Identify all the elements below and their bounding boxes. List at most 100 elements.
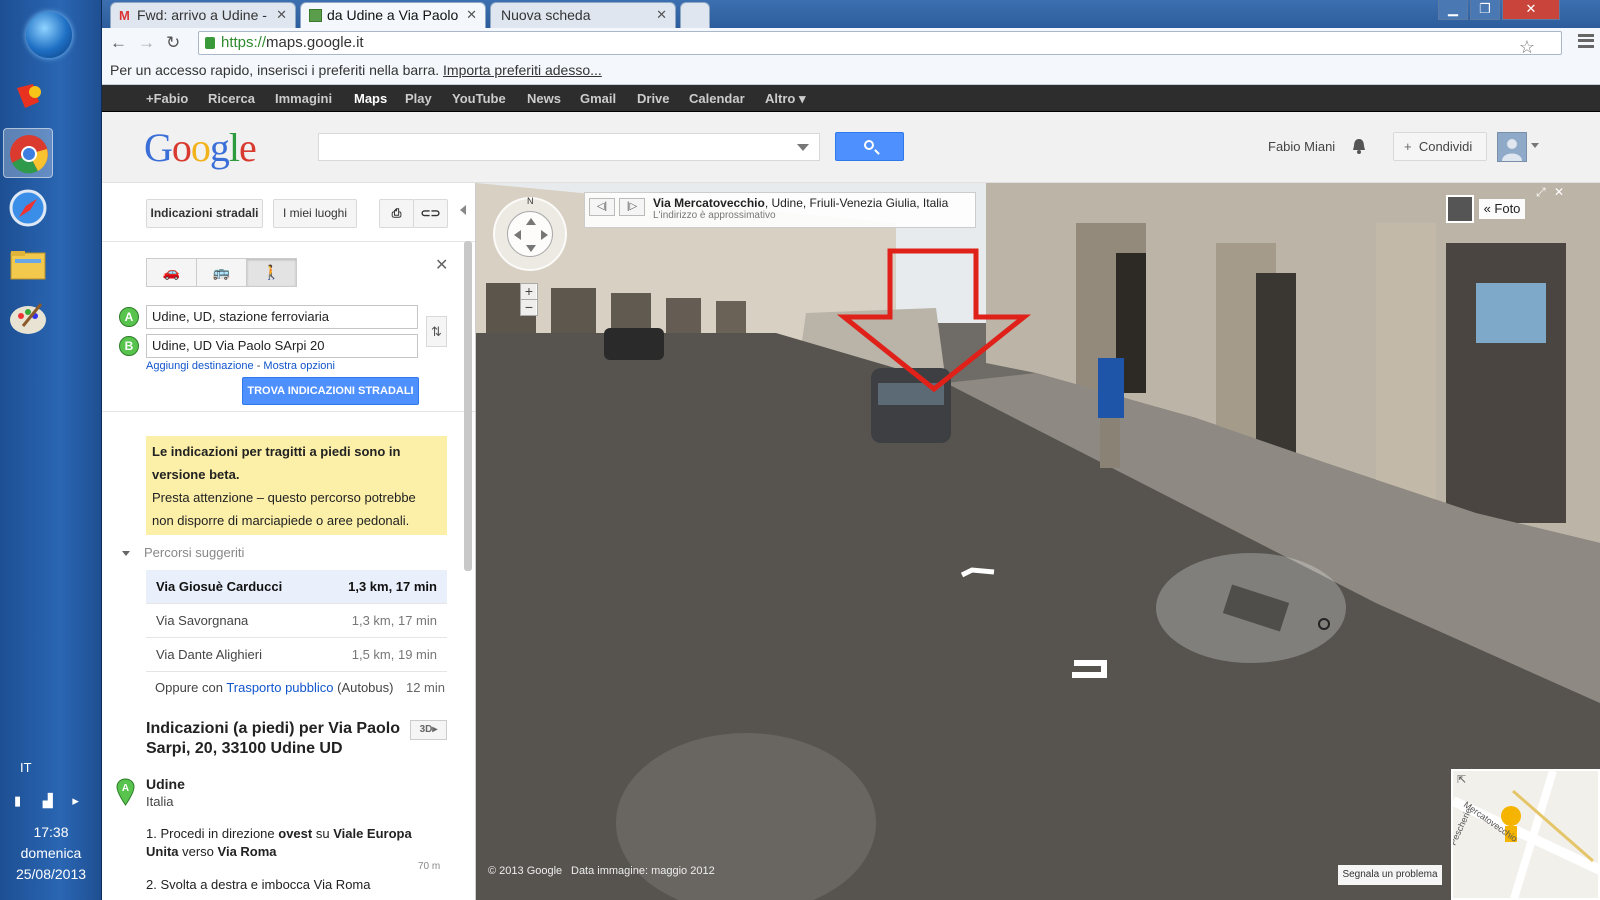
safari-taskbar-icon[interactable] [3,183,53,233]
tab-gmail[interactable]: M Fwd: arrivo a Udine - ✕ [110,2,296,28]
search-dropdown-icon[interactable] [797,144,809,151]
origin-input[interactable]: Udine, UD, stazione ferroviaria [146,305,418,329]
browser-toolbar: ← → ↻ https://maps.google.it ☆ [102,28,1600,58]
maps-icon [309,9,322,22]
import-bookmarks-link[interactable]: Importa preferiti adesso... [443,62,602,78]
step-forward-icon[interactable]: |▷ [619,198,645,216]
mini-map[interactable]: Mercatovecchio Pescherie ⇱ [1451,769,1600,900]
back-icon[interactable]: ← [110,33,127,53]
bookmark-star-icon[interactable]: ☆ [1519,36,1535,58]
account-dropdown-icon[interactable] [1531,143,1539,148]
reload-icon[interactable]: ↻ [166,33,180,53]
gbar-news[interactable]: News [527,91,561,106]
step-back-icon[interactable]: ◁| [589,198,615,216]
minimap-street-label: Pescherie [1453,806,1474,847]
user-name[interactable]: Fabio Miani [1268,139,1335,154]
direction-step[interactable]: 2. Svolta a destra e imbocca Via Roma [146,877,371,892]
directions-panel: Indicazioni stradali I miei luoghi ⎙ ⊂⊃ … [102,183,476,900]
step-distance: 70 m [418,861,441,872]
google-logo[interactable]: Google [144,124,257,171]
zoom-out-button[interactable]: − [520,299,538,316]
minimize-icon[interactable]: ▁ [1438,0,1468,20]
gbar-maps[interactable]: Maps [354,91,387,106]
compass-north: N [527,196,534,206]
route-option[interactable]: Via Dante Alighieri 1,5 km, 19 min [146,638,447,672]
chrome-taskbar-icon[interactable] [3,128,53,178]
collapse-panel-icon[interactable] [460,205,466,215]
close-tab-icon[interactable]: ✕ [466,3,477,27]
close-tab-icon[interactable]: ✕ [656,3,667,27]
new-tab-button[interactable] [680,2,710,28]
app-tray-icon[interactable] [3,72,53,122]
paint-taskbar-icon[interactable] [3,294,53,344]
show-options-link[interactable]: Mostra opzioni [263,360,335,372]
suggested-routes-header[interactable]: Percorsi suggeriti [122,545,244,560]
google-header: Google Fabio Miani + Condividi [102,112,1600,183]
3d-view-button[interactable]: 3D▸ [410,720,447,740]
close-window-icon[interactable]: ✕ [1502,0,1560,20]
address-bar[interactable]: https://maps.google.it ☆ [198,31,1562,58]
route-option[interactable]: Via Giosuè Carducci 1,3 km, 17 min [146,570,447,604]
pan-control[interactable]: N [493,196,567,271]
print-icon[interactable]: ⎙ [379,199,414,228]
tab-maps[interactable]: da Udine a Via Paolo ✕ [300,2,486,28]
gbar-gmail[interactable]: Gmail [580,91,616,106]
menu-icon[interactable] [1578,34,1594,48]
panel-scrollbar[interactable] [464,241,472,571]
gbar-images[interactable]: Immagini [275,91,332,106]
swap-locations-icon[interactable]: ⇅ [426,316,447,347]
divider [102,411,475,412]
street-view[interactable]: N + − ◁| |▷ Via Mercatovecchio, Udine, F… [476,183,1600,900]
tab-new[interactable]: Nuova scheda ✕ [490,2,676,28]
destination-input[interactable]: Udine, UD Via Paolo SArpi 20 [146,334,418,358]
report-problem-link[interactable]: Segnala un problema [1338,865,1442,885]
my-places-button[interactable]: I miei luoghi [273,199,357,228]
start-orb-icon[interactable] [26,12,72,58]
directions-button[interactable]: Indicazioni stradali [146,199,263,228]
add-destination-link[interactable]: Aggiungi destinazione [146,360,254,372]
maximize-icon[interactable]: ❐ [1470,0,1500,20]
tray-expand-icon[interactable]: ▸ [72,793,79,808]
direction-step[interactable]: 1. Procedi in direzione ovest su Viale E… [146,825,446,861]
route-option[interactable]: Via Savorgnana 1,3 km, 17 min [146,604,447,638]
link-icon[interactable]: ⊂⊃ [413,199,448,228]
taskbar-clock[interactable]: 17:38 domenica 25/08/2013 [0,822,102,885]
close-streetview-icon[interactable]: ✕ [1554,185,1564,199]
url-scheme: https:// [221,34,267,51]
copyright: © 2013 Google [488,865,563,877]
route-options: Aggiungi destinazione - Mostra opzioni [146,360,335,372]
expand-minimap-icon[interactable]: ⇱ [1457,773,1466,786]
public-transport-link[interactable]: Trasporto pubblico [226,680,333,695]
language-indicator[interactable]: IT [20,760,32,775]
gbar-calendar[interactable]: Calendar [689,91,745,106]
gbar-youtube[interactable]: YouTube [452,91,506,106]
transit-mode-icon[interactable]: 🚌 [196,258,247,287]
notifications-bell-icon[interactable] [1352,138,1366,154]
forward-icon[interactable]: → [138,33,155,53]
gbar-drive[interactable]: Drive [637,91,670,106]
search-button[interactable] [835,132,904,161]
pan-arrows-icon[interactable] [507,211,553,257]
street-view-scene [476,183,1600,900]
search-icon [864,140,874,150]
close-directions-icon[interactable]: ✕ [435,255,448,275]
gbar-search[interactable]: Ricerca [208,91,255,106]
battery-icon[interactable]: ▮ [14,793,21,808]
avatar[interactable] [1497,132,1527,162]
close-tab-icon[interactable]: ✕ [276,3,287,27]
maps-search-input[interactable] [318,133,820,161]
signal-icon[interactable]: ▟ [43,793,53,808]
walk-mode-icon[interactable]: 🚶 [246,258,297,287]
zoom-in-button[interactable]: + [520,283,538,300]
gbar-plus[interactable]: +Fabio [146,91,188,106]
share-button[interactable]: + Condividi [1393,132,1487,161]
car-mode-icon[interactable]: 🚗 [146,258,197,287]
gbar-more[interactable]: Altro ▾ [765,91,805,107]
beta-title: Le indicazioni per tragitti a piedi sono… [152,444,401,482]
gbar-play[interactable]: Play [405,91,432,106]
fullscreen-icon[interactable]: ⤢ [1536,185,1546,200]
bookmark-bar: Per un accesso rapido, inserisci i prefe… [102,58,1600,85]
svg-text:A: A [122,783,129,794]
find-directions-button[interactable]: TROVA INDICAZIONI STRADALI [242,377,419,405]
explorer-taskbar-icon[interactable] [3,239,53,289]
